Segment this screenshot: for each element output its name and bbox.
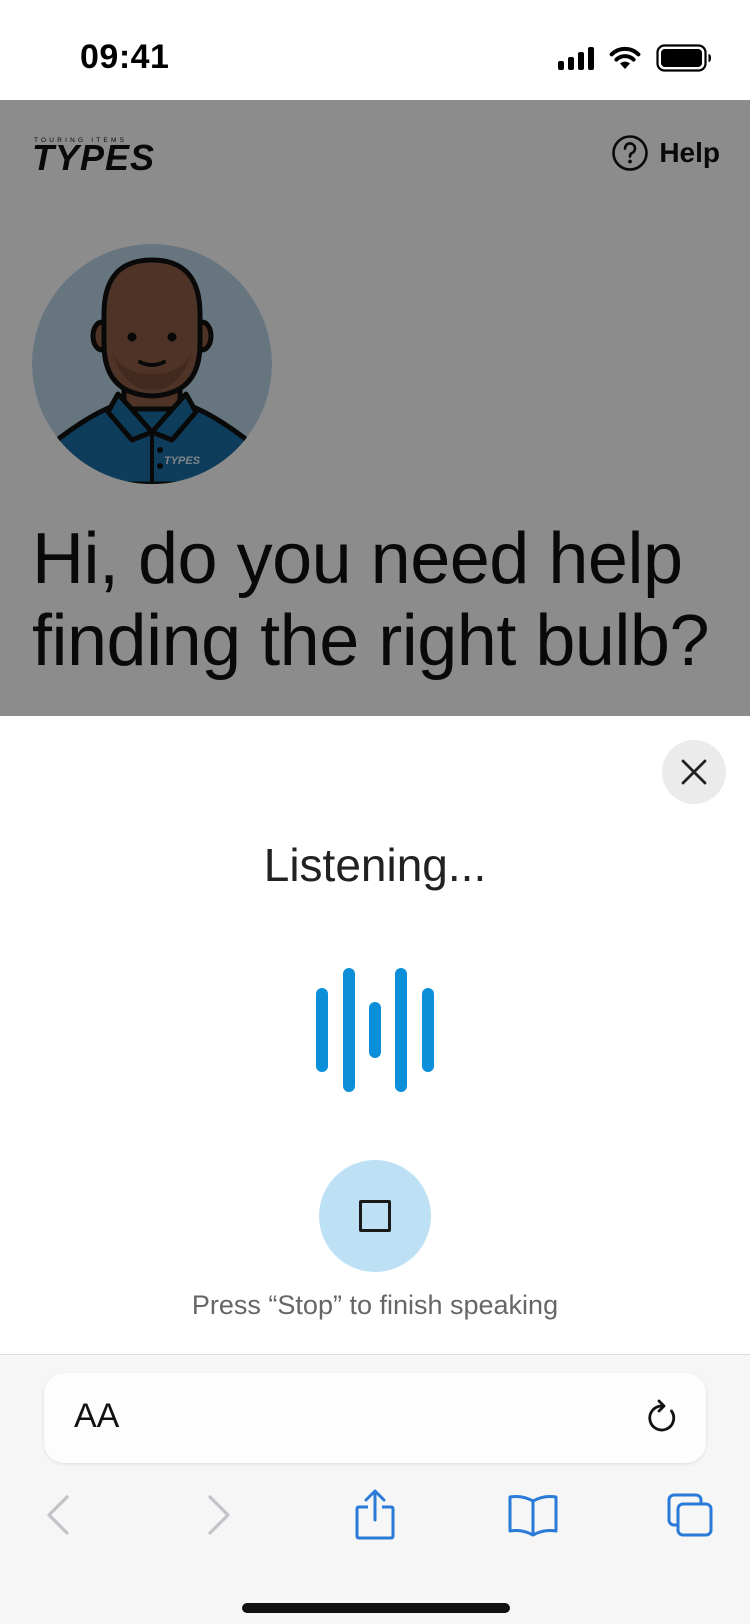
share-icon bbox=[355, 1489, 395, 1540]
text-size-button[interactable]: AA bbox=[74, 1397, 119, 1436]
stop-hint: Press “Stop” to finish speaking bbox=[191, 1290, 559, 1320]
battery-icon bbox=[656, 44, 711, 72]
close-button[interactable] bbox=[662, 740, 726, 804]
signal-icon bbox=[558, 46, 594, 70]
close-icon bbox=[681, 759, 707, 785]
address-bar[interactable]: AA bbox=[44, 1373, 706, 1463]
browser-nav bbox=[0, 1485, 750, 1555]
forward-icon bbox=[208, 1495, 230, 1535]
status-bar: 09:41 bbox=[0, 0, 750, 100]
stop-icon bbox=[359, 1200, 391, 1232]
tabs-icon bbox=[667, 1493, 713, 1537]
status-time: 09:41 bbox=[80, 38, 170, 76]
text-size-label: AA bbox=[74, 1397, 120, 1435]
wifi-icon bbox=[609, 46, 641, 69]
bookmarks-icon bbox=[508, 1495, 558, 1537]
modal-backdrop[interactable] bbox=[0, 100, 750, 716]
back-icon bbox=[47, 1495, 69, 1535]
voice-wave-icon bbox=[316, 968, 434, 1092]
back-button[interactable] bbox=[28, 1485, 88, 1545]
listening-sheet: Listening... Press “Stop” to finish spea… bbox=[0, 716, 750, 1356]
listening-title: Listening... bbox=[263, 839, 487, 891]
share-button[interactable] bbox=[345, 1485, 405, 1545]
status-icons bbox=[558, 44, 712, 72]
home-indicator bbox=[242, 1603, 510, 1613]
browser-toolbar: AA bbox=[0, 1354, 750, 1624]
forward-button[interactable] bbox=[189, 1485, 249, 1545]
tabs-button[interactable] bbox=[660, 1485, 720, 1545]
bookmarks-button[interactable] bbox=[503, 1485, 563, 1545]
reload-icon[interactable] bbox=[644, 1399, 680, 1437]
stop-button[interactable] bbox=[319, 1160, 431, 1272]
